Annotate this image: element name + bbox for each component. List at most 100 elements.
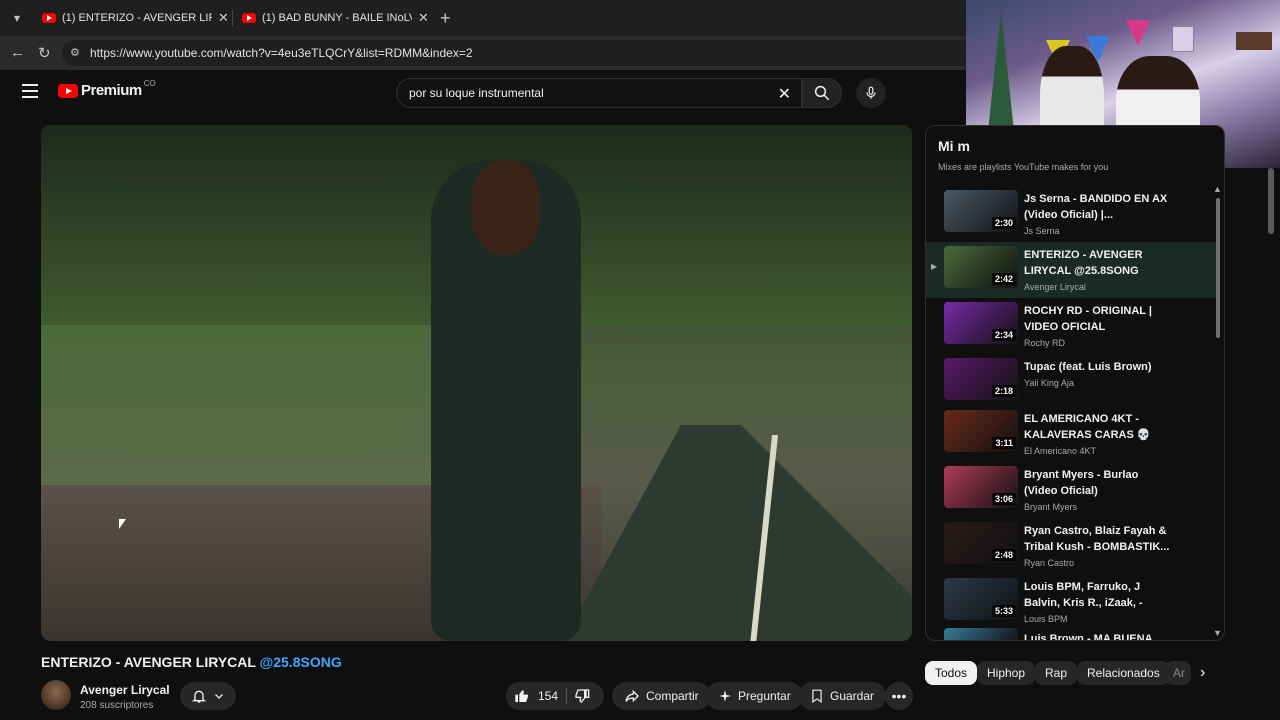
bell-icon: [192, 690, 206, 703]
duration-badge: 3:06: [991, 493, 1016, 505]
video-thumbnail[interactable]: 5:33: [944, 578, 1018, 620]
playlist-item[interactable]: 2:34 ROCHY RD - ORIGINAL | VIDEO OFICIAL…: [926, 298, 1216, 354]
channel-avatar[interactable]: [41, 680, 71, 710]
video-thumbnail[interactable]: 2:30: [944, 190, 1018, 232]
playlist-item-title[interactable]: Tupac (feat. Luis Brown): [1024, 359, 1174, 375]
duration-badge: 2:18: [991, 385, 1016, 397]
logo-text: Premium: [81, 82, 142, 99]
playlist-item-channel: Ryan Castro: [1024, 558, 1075, 568]
save-button[interactable]: Guardar: [798, 682, 887, 710]
clear-search-icon[interactable]: ✕: [778, 84, 791, 104]
reload-icon[interactable]: ↻: [38, 44, 51, 62]
duration-badge: 3:11: [992, 437, 1016, 449]
playlist-item[interactable]: 3:06 Bryant Myers - Burlao (Video Oficia…: [926, 462, 1216, 518]
playlist-item[interactable]: Luis Brown - MA BUENA: [926, 626, 1216, 640]
divider: [566, 688, 567, 704]
notification-button[interactable]: [180, 682, 236, 710]
sparkle-icon: [719, 690, 731, 702]
playlist-item[interactable]: 3:11 EL AMERICANO 4KT - KALAVERAS CARAS …: [926, 406, 1216, 462]
address-bar[interactable]: ⚙ https://www.youtube.com/watch?v=4eu3eT…: [62, 40, 1062, 66]
video-thumbnail[interactable]: 3:06: [944, 466, 1018, 508]
video-thumbnail[interactable]: 2:18: [944, 358, 1018, 400]
youtube-premium-logo[interactable]: Premium CO: [58, 79, 156, 99]
chip-hiphop[interactable]: Hiphop: [977, 661, 1036, 685]
share-button[interactable]: Compartir: [612, 682, 711, 710]
mix-playlist-panel: Mi m Mixes are playlists YouTube makes f…: [925, 125, 1225, 641]
video-thumbnail[interactable]: 2:42: [944, 246, 1018, 288]
playlist-item-title[interactable]: ROCHY RD - ORIGINAL | VIDEO OFICIAL: [1024, 303, 1174, 335]
playlist-item[interactable]: 5:33 Louis BPM, Farruko, J Balvin, Kris …: [926, 574, 1216, 630]
bookmark-icon: [812, 689, 822, 703]
playlist-item-title[interactable]: Ryan Castro, Blaiz Fayah & Tribal Kush -…: [1024, 523, 1174, 555]
mouse-cursor-icon: [119, 519, 126, 529]
like-button[interactable]: 154: [514, 688, 558, 704]
wall-sign: [1236, 32, 1272, 50]
playlist-item-channel: Js Serna: [1024, 226, 1060, 236]
duration-badge: 5:33: [991, 605, 1016, 617]
search-button[interactable]: [802, 78, 842, 108]
search-query: por su loque instrumental: [409, 86, 544, 100]
chip-rap[interactable]: Rap: [1035, 661, 1078, 685]
playlist-item-title[interactable]: ENTERIZO - AVENGER LIRYCAL @25.8SONG: [1024, 247, 1174, 279]
youtube-logo-icon: [58, 83, 78, 98]
new-tab-icon[interactable]: +: [440, 8, 451, 29]
search-input[interactable]: por su loque instrumental ✕: [396, 78, 802, 108]
playlist-item-channel: Avenger Lirycal: [1024, 282, 1086, 292]
playlist-scrollbar[interactable]: [1216, 198, 1220, 338]
playlist-item-title[interactable]: EL AMERICANO 4KT - KALAVERAS CARAS 💀 (Vi…: [1024, 411, 1174, 443]
chevron-down-icon: [215, 694, 223, 699]
save-label: Guardar: [830, 689, 875, 703]
browser-tab-2[interactable]: (1) BAD BUNNY - BAILE INoLVIDABLE ✕: [234, 4, 437, 32]
tab-title: (1) ENTERIZO - AVENGER LIRYCAL: [62, 12, 212, 24]
duration-badge: 2:34: [991, 329, 1016, 341]
video-thumbnail[interactable]: 2:48: [944, 522, 1018, 564]
more-actions-button[interactable]: •••: [885, 682, 913, 710]
video-player[interactable]: [41, 125, 912, 641]
more-dots-icon: •••: [891, 688, 907, 704]
video-title-tag-link[interactable]: @25.8SONG: [260, 654, 342, 670]
search-icon: [814, 85, 830, 101]
playlist-title: Mi m: [938, 138, 970, 154]
bunting-flag: [1126, 20, 1150, 46]
playlist-item[interactable]: 2:30 Js Serna - BANDIDO EN AX (Video Ofi…: [926, 186, 1216, 242]
now-playing-icon: ▶: [931, 262, 938, 271]
close-tab-icon[interactable]: ✕: [218, 10, 229, 26]
close-tab-icon[interactable]: ✕: [418, 10, 429, 26]
like-count: 154: [538, 689, 559, 703]
chip-truncated[interactable]: Ar: [1165, 661, 1191, 685]
playlist-item-current[interactable]: ▶ 2:42 ENTERIZO - AVENGER LIRYCAL @25.8S…: [926, 242, 1216, 298]
voice-search-button[interactable]: [856, 78, 886, 108]
chevron-right-icon[interactable]: ›: [1200, 664, 1205, 682]
country-code: CO: [143, 79, 156, 88]
channel-name[interactable]: Avenger Lirycal: [80, 683, 170, 697]
playlist-item[interactable]: 2:48 Ryan Castro, Blaiz Fayah & Tribal K…: [926, 518, 1216, 574]
wall-sign: [1172, 26, 1194, 52]
video-thumbnail[interactable]: 3:11: [944, 410, 1018, 452]
youtube-favicon-icon: [242, 13, 256, 23]
thumbs-up-icon: [515, 690, 528, 702]
playlist-item-title[interactable]: Luis Brown - MA BUENA: [1024, 631, 1174, 640]
playlist-item[interactable]: 2:18 Tupac (feat. Luis Brown) Yaii King …: [926, 354, 1216, 410]
back-arrow-icon[interactable]: ←: [10, 44, 25, 61]
page-scrollbar[interactable]: [1268, 168, 1274, 234]
woman-head: [471, 160, 541, 255]
duration-badge: 2:30: [991, 217, 1016, 229]
tab-search-chevron-icon[interactable]: ▾: [6, 8, 28, 28]
ask-button[interactable]: Preguntar: [706, 682, 803, 710]
video-thumbnail[interactable]: 2:34: [944, 302, 1018, 344]
playlist-item-channel: Louis BPM: [1024, 614, 1068, 624]
share-label: Compartir: [646, 689, 699, 703]
video-title: ENTERIZO - AVENGER LIRYCAL @25.8SONG: [41, 654, 342, 670]
playlist-item-title[interactable]: Louis BPM, Farruko, J Balvin, Kris R., i…: [1024, 579, 1174, 611]
playlist-item-title[interactable]: Bryant Myers - Burlao (Video Oficial): [1024, 467, 1174, 499]
chip-relacionados[interactable]: Relacionados: [1077, 661, 1170, 685]
tab-divider: [232, 10, 233, 26]
chip-todos[interactable]: Todos: [925, 661, 978, 685]
dislike-button[interactable]: [574, 688, 590, 709]
browser-tab-1[interactable]: (1) ENTERIZO - AVENGER LIRYCAL ✕: [34, 4, 237, 32]
ask-label: Preguntar: [738, 689, 791, 703]
playlist-item-title[interactable]: Js Serna - BANDIDO EN AX (Video Oficial)…: [1024, 191, 1174, 223]
site-info-icon[interactable]: ⚙: [70, 46, 84, 60]
video-thumbnail[interactable]: [944, 628, 1018, 640]
menu-icon[interactable]: [22, 84, 38, 98]
